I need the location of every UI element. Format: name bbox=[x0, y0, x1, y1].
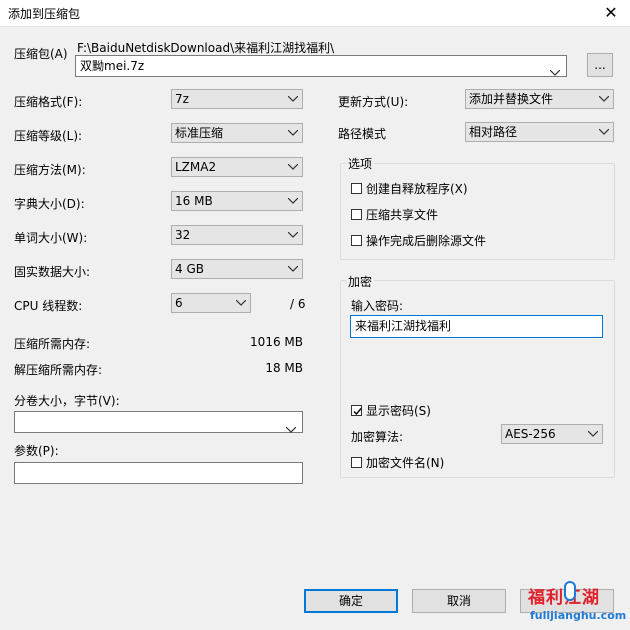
checkbox-box bbox=[351, 209, 362, 220]
dict-label: 字典大小(D): bbox=[14, 197, 85, 211]
options-title: 选项 bbox=[346, 155, 375, 172]
archive-path: F:\BaiduNetdiskDownload\来福利江湖找福利\ bbox=[77, 41, 335, 55]
method-select[interactable]: LZMA2 bbox=[171, 157, 303, 177]
show-password-label: 显示密码(S) bbox=[366, 404, 431, 418]
encryption-method-select[interactable]: AES-256 bbox=[501, 424, 603, 444]
checkbox-box bbox=[351, 183, 362, 194]
archive-name-value: 双黝mei.7z bbox=[80, 59, 145, 73]
shared-files-checkbox[interactable]: 压缩共享文件 bbox=[351, 206, 438, 223]
delete-source-checkbox[interactable]: 操作完成后删除源文件 bbox=[351, 232, 486, 249]
chevron-down-icon bbox=[288, 90, 298, 108]
update-value: 添加并替换文件 bbox=[469, 92, 554, 106]
mem-decompress-label: 解压缩所需内存: bbox=[14, 363, 103, 377]
params-label: 参数(P): bbox=[14, 444, 59, 458]
encrypt-names-label: 加密文件名(N) bbox=[366, 456, 445, 470]
cancel-button[interactable]: 取消 bbox=[412, 589, 506, 613]
sfx-checkbox[interactable]: 创建自释放程序(X) bbox=[351, 180, 468, 197]
window-title: 添加到压缩包 bbox=[8, 7, 81, 21]
format-label: 压缩格式(F): bbox=[14, 95, 83, 109]
dict-select[interactable]: 16 MB bbox=[171, 191, 303, 211]
level-label: 压缩等级(L): bbox=[14, 129, 83, 143]
threads-select[interactable]: 6 bbox=[171, 293, 251, 313]
path-mode-select[interactable]: 相对路径 bbox=[465, 122, 614, 142]
encrypt-names-checkbox[interactable]: 加密文件名(N) bbox=[351, 454, 444, 471]
volume-combobox[interactable] bbox=[14, 411, 303, 433]
params-input[interactable] bbox=[14, 462, 303, 484]
chevron-down-icon bbox=[599, 123, 609, 141]
chevron-down-icon[interactable] bbox=[549, 62, 561, 82]
mem-compress-label: 压缩所需内存: bbox=[14, 337, 91, 351]
shared-files-label: 压缩共享文件 bbox=[366, 208, 439, 222]
solid-value: 4 GB bbox=[175, 262, 204, 276]
close-icon: ✕ bbox=[604, 3, 618, 22]
archive-name-combobox[interactable]: 双黝mei.7z bbox=[75, 55, 567, 77]
level-value: 标准压缩 bbox=[175, 126, 224, 140]
word-select[interactable]: 32 bbox=[171, 225, 303, 245]
password-label: 输入密码: bbox=[351, 299, 404, 313]
path-mode-value: 相对路径 bbox=[469, 125, 518, 139]
solid-label: 固实数据大小: bbox=[14, 265, 91, 279]
update-label: 更新方式(U): bbox=[338, 95, 409, 109]
chevron-down-icon bbox=[288, 226, 298, 244]
threads-value: 6 bbox=[175, 296, 183, 310]
close-button[interactable]: ✕ bbox=[600, 2, 622, 24]
checkbox-box bbox=[351, 235, 362, 246]
archive-label: 压缩包(A) bbox=[14, 47, 68, 61]
dict-value: 16 MB bbox=[175, 194, 213, 208]
chevron-down-icon bbox=[288, 260, 298, 278]
mouse-icon bbox=[564, 581, 576, 601]
method-label: 压缩方法(M): bbox=[14, 163, 86, 177]
format-value: 7z bbox=[175, 92, 189, 106]
sfx-label: 创建自释放程序(X) bbox=[366, 182, 468, 196]
word-label: 单词大小(W): bbox=[14, 231, 88, 245]
format-select[interactable]: 7z bbox=[171, 89, 303, 109]
watermark-url: fulijianghu.com bbox=[530, 609, 627, 622]
solid-select[interactable]: 4 GB bbox=[171, 259, 303, 279]
encryption-title: 加密 bbox=[346, 273, 375, 290]
encryption-method-value: AES-256 bbox=[505, 427, 556, 441]
chevron-down-icon bbox=[288, 192, 298, 210]
chevron-down-icon bbox=[588, 425, 598, 443]
password-input[interactable]: 来福利江湖找福利 bbox=[350, 315, 603, 338]
chevron-down-icon bbox=[599, 90, 609, 108]
check-icon bbox=[353, 408, 362, 416]
threads-label: CPU 线程数: bbox=[14, 299, 83, 313]
chevron-down-icon bbox=[288, 124, 298, 142]
path-mode-label: 路径模式 bbox=[338, 127, 387, 141]
ok-button[interactable]: 确定 bbox=[304, 589, 398, 613]
volume-label: 分卷大小，字节(V): bbox=[14, 394, 120, 408]
word-value: 32 bbox=[175, 228, 191, 242]
mem-decompress-value: 18 MB bbox=[265, 361, 303, 375]
title-bar bbox=[0, 0, 630, 27]
browse-button[interactable]: ... bbox=[587, 53, 613, 77]
threads-total: / 6 bbox=[290, 297, 306, 311]
checkbox-box bbox=[351, 405, 362, 416]
show-password-checkbox[interactable]: 显示密码(S) bbox=[351, 402, 431, 419]
encryption-method-label: 加密算法: bbox=[351, 430, 404, 444]
delete-source-label: 操作完成后删除源文件 bbox=[366, 234, 487, 248]
level-select[interactable]: 标准压缩 bbox=[171, 123, 303, 143]
checkbox-box bbox=[351, 457, 362, 468]
update-select[interactable]: 添加并替换文件 bbox=[465, 89, 614, 109]
mem-compress-value: 1016 MB bbox=[250, 335, 303, 349]
chevron-down-icon bbox=[288, 158, 298, 176]
chevron-down-icon[interactable] bbox=[285, 419, 297, 439]
chevron-down-icon bbox=[236, 294, 246, 312]
method-value: LZMA2 bbox=[175, 160, 217, 174]
